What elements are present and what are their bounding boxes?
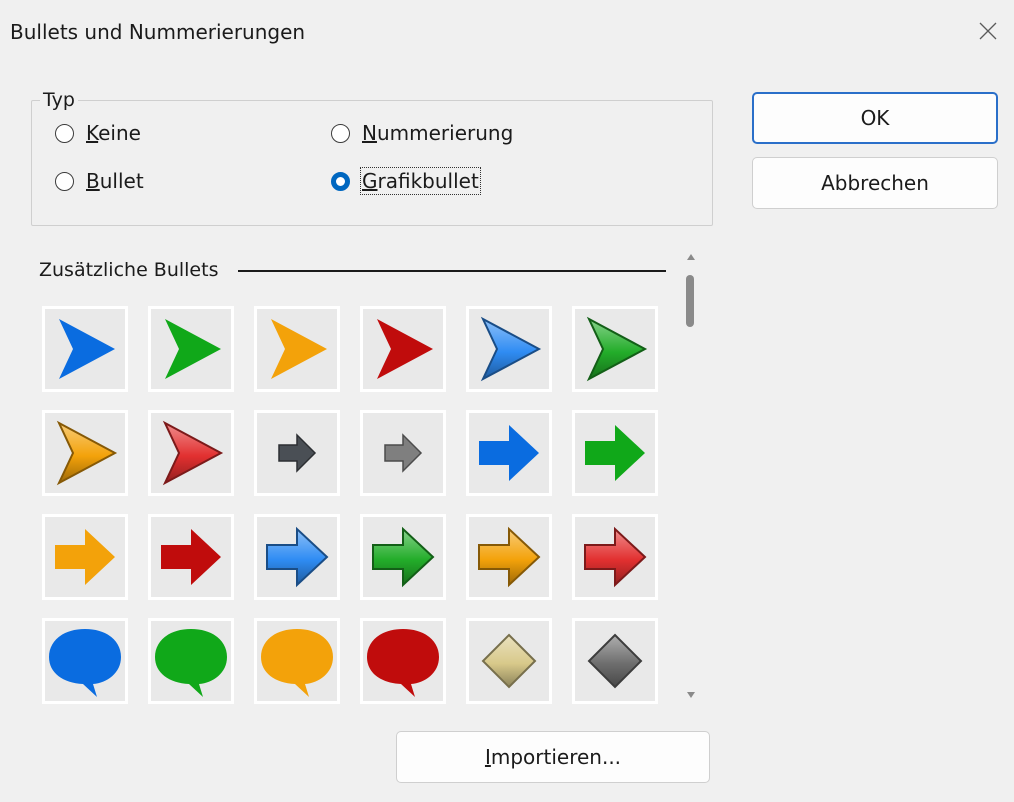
additional-bullets-heading: Zusätzliche Bullets: [39, 259, 219, 281]
arrow-small-bullet-icon: [278, 433, 317, 473]
arrow-bullet-icon: [55, 529, 115, 585]
radio-bullet[interactable]: Bullet: [55, 169, 144, 193]
section-divider: [238, 270, 666, 272]
arrow-bullet-icon: [266, 526, 329, 588]
arrow-bullet-icon: [161, 529, 221, 585]
bullet-option[interactable]: [572, 410, 658, 496]
arrow-bullet-icon: [372, 526, 435, 588]
chevron-bullet-icon: [377, 319, 433, 379]
chevron-bullet-icon: [162, 420, 224, 486]
diamond-bullet-icon: [481, 633, 537, 689]
bullet-option[interactable]: [42, 410, 128, 496]
diamond-bullet-icon: [587, 633, 643, 689]
chevron-bullet-icon: [586, 316, 648, 382]
import-button[interactable]: Importieren...: [396, 731, 710, 783]
radio-grafikbullet-label[interactable]: Grafikbullet: [360, 167, 481, 195]
radio-nummerierung-label[interactable]: Nummerierung: [362, 121, 513, 145]
title-bar: Bullets und Nummerierungen: [0, 0, 1014, 62]
radio-keine-label[interactable]: Keine: [86, 121, 141, 145]
bullets-dialog: Bullets und Nummerierungen Typ Keine Num…: [0, 0, 1014, 802]
bullet-option[interactable]: [466, 618, 552, 704]
bullet-option[interactable]: [572, 514, 658, 600]
scrollbar-thumb[interactable]: [686, 275, 694, 327]
radio-grafikbullet[interactable]: Grafikbullet: [331, 167, 481, 195]
bullet-option[interactable]: [254, 514, 340, 600]
bullet-option[interactable]: [148, 306, 234, 392]
scroll-up-arrow-icon[interactable]: [684, 250, 698, 264]
cancel-button[interactable]: Abbrechen: [752, 157, 998, 209]
bullet-option[interactable]: [42, 618, 128, 704]
bullet-option[interactable]: [466, 306, 552, 392]
chevron-bullet-icon: [480, 316, 542, 382]
bullet-option[interactable]: [466, 410, 552, 496]
arrow-bullet-icon: [585, 425, 645, 481]
chevron-bullet-icon: [271, 319, 327, 379]
radio-nummerierung-indicator[interactable]: [331, 123, 350, 143]
radio-keine-indicator[interactable]: [55, 123, 74, 143]
dialog-title: Bullets und Nummerierungen: [10, 20, 306, 44]
bullet-option[interactable]: [254, 306, 340, 392]
bullet-option[interactable]: [42, 514, 128, 600]
bullet-option[interactable]: [360, 514, 446, 600]
bullet-option[interactable]: [254, 618, 340, 704]
bullet-option[interactable]: [466, 514, 552, 600]
bubble-bullet-icon: [49, 629, 121, 697]
close-button[interactable]: [962, 0, 1014, 62]
bubble-bullet-icon: [261, 629, 333, 697]
arrow-bullet-icon: [479, 425, 539, 481]
close-icon: [979, 22, 997, 40]
chevron-bullet-icon: [56, 420, 118, 486]
bubble-bullet-icon: [367, 629, 439, 697]
bullet-option[interactable]: [148, 514, 234, 600]
radio-keine[interactable]: Keine: [55, 121, 141, 145]
bullet-option[interactable]: [360, 618, 446, 704]
bullet-option[interactable]: [572, 306, 658, 392]
arrow-bullet-icon: [478, 526, 541, 588]
bubble-bullet-icon: [155, 629, 227, 697]
bullet-option[interactable]: [360, 410, 446, 496]
radio-nummerierung[interactable]: Nummerierung: [331, 121, 513, 145]
arrow-bullet-icon: [584, 526, 647, 588]
ok-button[interactable]: OK: [752, 92, 998, 144]
scroll-down-arrow-icon[interactable]: [684, 688, 698, 702]
bullet-option[interactable]: [572, 618, 658, 704]
bullet-option[interactable]: [254, 410, 340, 496]
radio-bullet-indicator[interactable]: [55, 171, 74, 191]
bullet-option[interactable]: [148, 410, 234, 496]
bullet-gallery: [42, 306, 662, 706]
chevron-bullet-icon: [165, 319, 221, 379]
chevron-bullet-icon: [59, 319, 115, 379]
typ-group: [31, 100, 713, 226]
radio-grafikbullet-indicator[interactable]: [331, 171, 350, 191]
bullet-option[interactable]: [148, 618, 234, 704]
radio-bullet-label[interactable]: Bullet: [86, 169, 144, 193]
typ-legend: Typ: [40, 89, 78, 111]
bullet-option[interactable]: [360, 306, 446, 392]
bullet-option[interactable]: [42, 306, 128, 392]
arrow-small-bullet-icon: [384, 433, 423, 473]
